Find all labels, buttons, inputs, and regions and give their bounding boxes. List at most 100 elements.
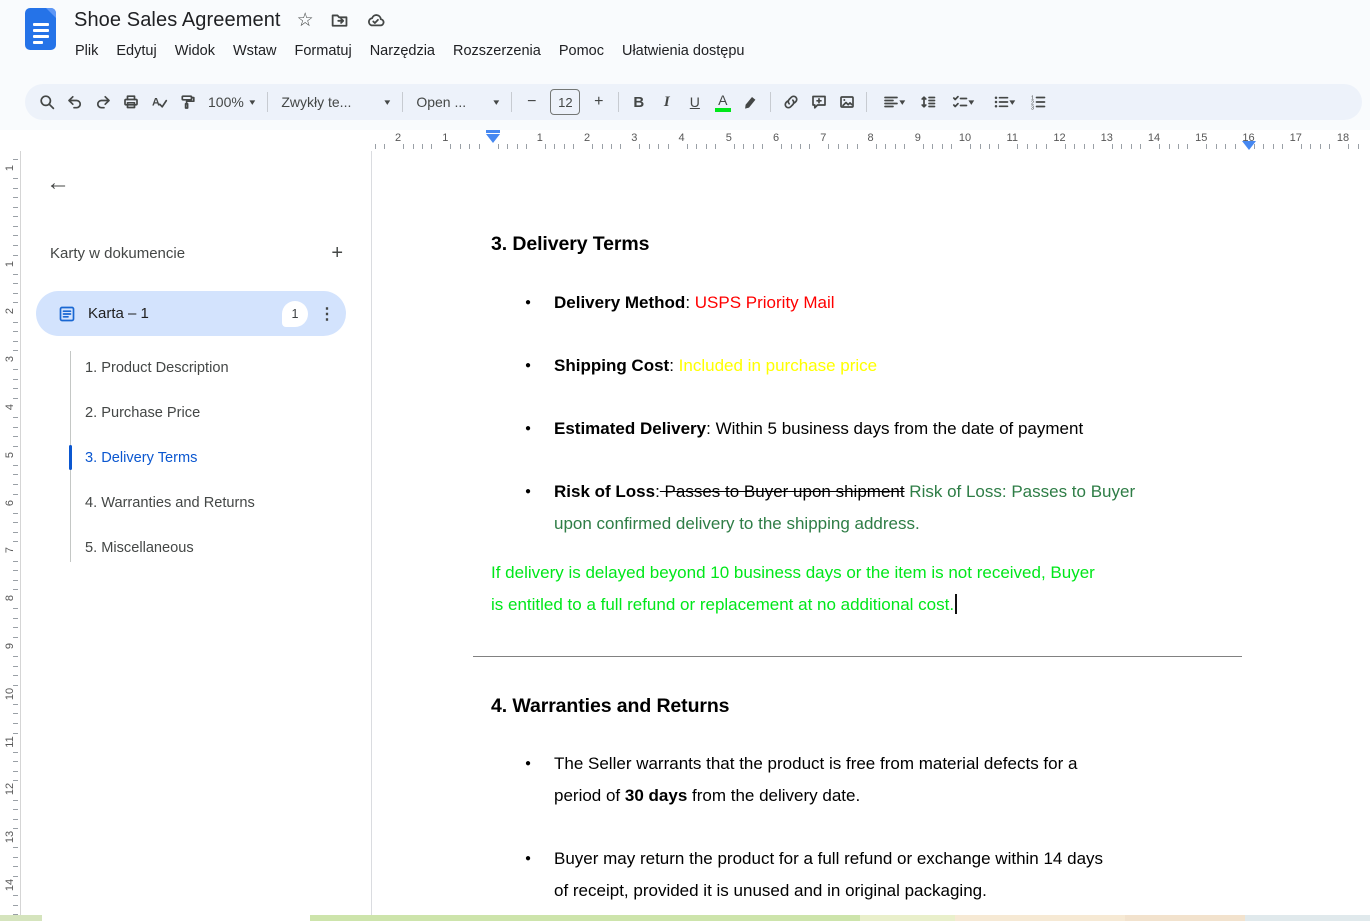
ruler-tick — [1065, 144, 1066, 149]
back-arrow-icon[interactable]: ← — [46, 171, 70, 195]
ruler-tick — [13, 398, 18, 399]
ruler-tick — [564, 144, 565, 149]
menu-item-ułatwienia-dostępu[interactable]: Ułatwienia dostępu — [613, 40, 754, 62]
italic-button[interactable]: I — [653, 89, 680, 116]
spell-check-icon[interactable]: A — [145, 89, 172, 116]
bullet-dot: ● — [520, 748, 554, 811]
ruler-tick — [13, 761, 18, 762]
cloud-status-icon[interactable] — [365, 11, 386, 30]
h-ruler-number: 17 — [1290, 132, 1302, 144]
bulleted-list-button[interactable]: ▾ — [983, 89, 1023, 116]
star-icon[interactable]: ☆ — [297, 11, 314, 30]
ruler-tick — [620, 144, 621, 149]
docs-logo-fold — [46, 8, 56, 18]
vertical-ruler[interactable]: 11234567891011121314 — [0, 151, 21, 921]
ruler-tick — [1084, 144, 1085, 149]
tab-karta-1[interactable]: Karta – 1 1 ⋮ — [36, 291, 346, 336]
v-ruler-number: 13 — [4, 827, 16, 847]
menu-item-plik[interactable]: Plik — [66, 40, 107, 62]
peek-segment — [860, 915, 955, 921]
ruler-tick — [980, 144, 981, 149]
menu-item-pomoc[interactable]: Pomoc — [550, 40, 613, 62]
document-canvas[interactable]: 3. Delivery Terms ● Delivery Method: USP… — [372, 151, 1370, 915]
h-ruler-number: 16 — [1242, 132, 1254, 144]
menu-item-formatuj[interactable]: Formatuj — [285, 40, 360, 62]
zoom-select[interactable]: 100% ▾ — [201, 89, 261, 116]
bullet-sep: : — [685, 293, 694, 312]
h-ruler-number: 18 — [1337, 132, 1349, 144]
insert-image-icon[interactable] — [833, 89, 860, 116]
align-button[interactable]: ▾ — [873, 89, 913, 116]
chevron-down-icon: ▾ — [493, 98, 499, 107]
ruler-tick — [545, 144, 546, 149]
ruler-tick — [13, 216, 18, 217]
v-ruler-number: 8 — [4, 588, 16, 608]
document-title[interactable]: Shoe Sales Agreement — [74, 9, 281, 32]
v-ruler-number: 14 — [4, 875, 16, 895]
add-comment-icon[interactable] — [805, 89, 832, 116]
increase-font-size-button[interactable]: + — [585, 89, 612, 116]
outline-item-4[interactable]: 4. Warranties and Returns — [36, 480, 351, 525]
ruler-tick — [13, 474, 18, 475]
ruler-tick — [1263, 144, 1264, 149]
v-ruler-number: 12 — [4, 779, 16, 799]
first-line-indent-marker[interactable] — [486, 130, 500, 133]
ruler-tick — [1131, 144, 1132, 149]
bold-button[interactable]: B — [625, 89, 652, 116]
checklist-button[interactable]: ▾ — [942, 89, 982, 116]
ruler-tick — [706, 144, 707, 149]
ruler-tick — [13, 876, 18, 877]
ruler-tick — [413, 144, 414, 149]
search-icon[interactable] — [33, 89, 60, 116]
horizontal-ruler[interactable]: 21123456789101112131415161718 — [0, 130, 1370, 151]
numbered-list-button[interactable]: 123 — [1024, 89, 1051, 116]
redo-icon[interactable] — [89, 89, 116, 116]
paragraph-style-select[interactable]: Zwykły te... ▾ — [274, 89, 396, 116]
horizontal-rule — [473, 656, 1242, 657]
bullet-dot: ● — [520, 476, 554, 539]
menu-item-wstaw[interactable]: Wstaw — [224, 40, 286, 62]
ruler-tick — [696, 144, 697, 149]
bullet-text: from the delivery date. — [687, 786, 860, 805]
underline-button[interactable]: U — [681, 89, 708, 116]
ruler-tick — [743, 144, 744, 149]
chevron-down-icon: ▾ — [968, 98, 974, 107]
h-ruler-number: 2 — [395, 132, 401, 144]
outline-item-5[interactable]: 5. Miscellaneous — [36, 525, 351, 570]
menu-item-edytuj[interactable]: Edytuj — [107, 40, 165, 62]
bullet-value-yellow: Included in purchase price — [679, 356, 877, 375]
outline-item-1[interactable]: 1. Product Description — [36, 345, 351, 390]
docs-logo-icon[interactable] — [25, 8, 56, 50]
ruler-tick — [1254, 144, 1255, 149]
ruler-tick — [1027, 144, 1028, 149]
move-to-folder-icon[interactable] — [330, 11, 349, 30]
font-select[interactable]: Open ... ▾ — [409, 89, 505, 116]
bullet-label: Estimated Delivery — [554, 419, 706, 438]
ruler-tick — [1074, 144, 1075, 149]
add-tab-button[interactable]: + — [331, 243, 343, 263]
ruler-tick — [828, 144, 829, 149]
line-spacing-icon[interactable] — [914, 89, 941, 116]
ruler-tick — [998, 144, 999, 149]
ruler-tick — [1017, 144, 1018, 149]
undo-icon[interactable] — [61, 89, 88, 116]
ruler-tick — [13, 819, 18, 820]
paint-format-icon[interactable] — [173, 89, 200, 116]
font-size-input[interactable]: 12 — [550, 89, 580, 115]
ruler-tick — [1046, 144, 1047, 149]
outline-item-3[interactable]: 3. Delivery Terms — [36, 435, 351, 480]
print-icon[interactable] — [117, 89, 144, 116]
peek-segment — [42, 915, 310, 921]
highlight-color-icon[interactable] — [737, 89, 764, 116]
tab-overflow-icon[interactable]: ⋮ — [319, 304, 334, 324]
insert-link-icon[interactable] — [777, 89, 804, 116]
decrease-font-size-button[interactable]: − — [518, 89, 545, 116]
menu-item-widok[interactable]: Widok — [166, 40, 224, 62]
menu-item-rozszerzenia[interactable]: Rozszerzenia — [444, 40, 550, 62]
text-color-button[interactable]: A — [709, 89, 736, 116]
v-ruler-number: 5 — [4, 445, 16, 465]
v-ruler-number: 1 — [4, 158, 16, 178]
outline-item-2[interactable]: 2. Purchase Price — [36, 390, 351, 435]
menu-item-narzędzia[interactable]: Narzędzia — [361, 40, 444, 62]
left-indent-marker[interactable] — [486, 134, 500, 143]
